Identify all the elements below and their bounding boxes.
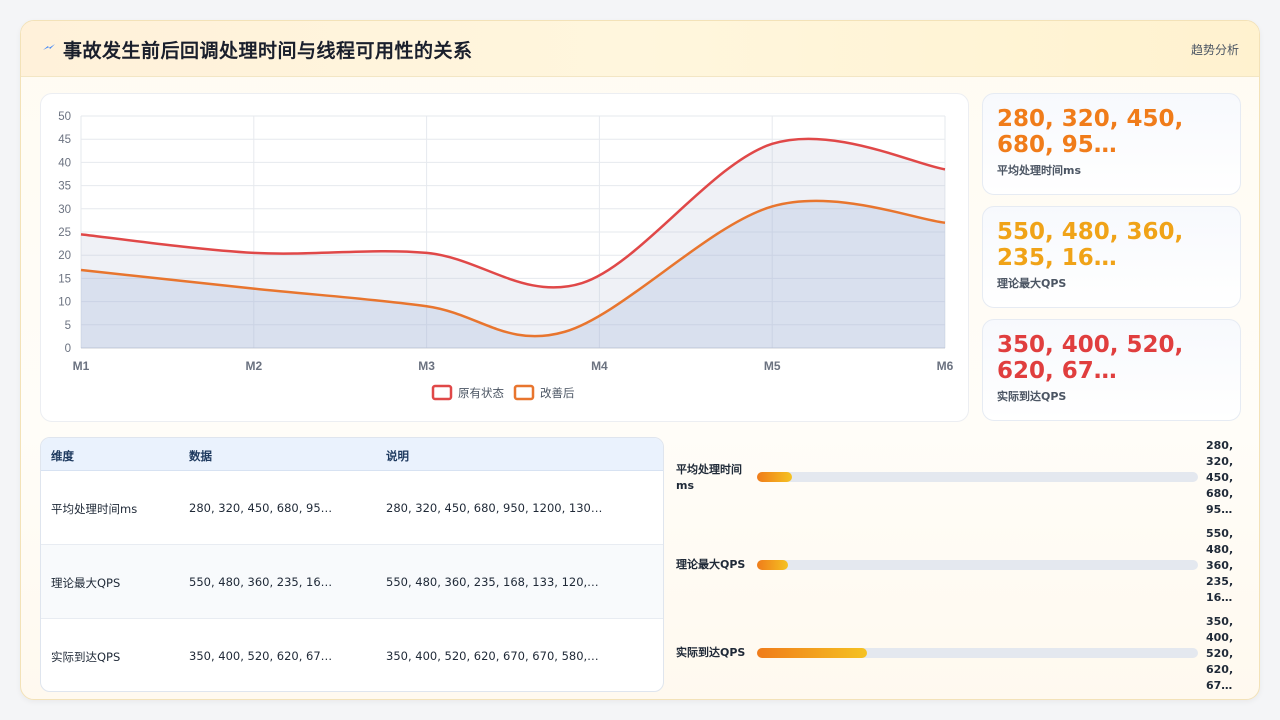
x-tick-label: M6 xyxy=(937,359,954,373)
table-cell: 550, 480, 360, 235, 168, 133, 120,… xyxy=(386,575,599,589)
stat-label: 实际到达QPS xyxy=(997,390,1067,403)
progress-track xyxy=(757,472,1198,482)
progress-fill xyxy=(757,472,793,482)
y-tick-label: 35 xyxy=(58,181,71,193)
trend-analysis-label[interactable]: 趋势分析 xyxy=(1191,41,1239,58)
table-cell: 350, 400, 520, 620, 67… xyxy=(189,649,333,663)
y-tick-label: 50 xyxy=(58,111,71,123)
y-tick-label: 45 xyxy=(58,134,71,146)
progress-fill xyxy=(757,648,868,658)
column-header-data: 数据 xyxy=(189,449,212,463)
data-table: 维度 数据 说明 平均处理时间ms 280, 320, 450, 680, 95… xyxy=(40,437,664,692)
legend-label: 改善后 xyxy=(540,386,575,400)
stat-label: 平均处理时间ms xyxy=(997,164,1082,177)
dashboard-card: 事故发生前后回调处理时间与线程可用性的关系 趋势分析 0 5 10 15 20 25 30 3… xyxy=(20,20,1260,700)
stat-card-actual-qps: 350, 400, 520, 620, 67… 实际到达QPS xyxy=(982,319,1241,421)
table-cell: 280, 320, 450, 680, 950, 1200, 130… xyxy=(386,501,603,515)
table-row: 平均处理时间ms 280, 320, 450, 680, 95… 280, 32… xyxy=(41,471,663,545)
y-tick-label: 30 xyxy=(58,204,71,216)
progress-track xyxy=(757,560,1198,570)
stat-value: 350, 400, 520, 620, 67… xyxy=(997,332,1184,384)
y-tick-label: 10 xyxy=(58,297,71,309)
y-tick-label: 20 xyxy=(58,250,71,262)
stat-value: 280, 320, 450, 680, 95… xyxy=(997,106,1184,158)
lightning-icon xyxy=(43,44,55,50)
table-header: 维度 数据 说明 xyxy=(41,438,663,471)
progress-row: 平均处理时间ms 280, 320, 450, 680, 95… xyxy=(676,437,1246,517)
stat-label: 理论最大QPS xyxy=(997,277,1067,290)
table-cell: 理论最大QPS xyxy=(51,576,121,590)
progress-track xyxy=(757,648,1198,658)
progress-bars-panel: 平均处理时间ms 280, 320, 450, 680, 95… 理论最大QPS… xyxy=(676,437,1246,697)
progress-label: 平均处理时间ms xyxy=(676,463,742,492)
progress-fill xyxy=(757,560,788,570)
column-header-dimension: 维度 xyxy=(51,449,74,463)
x-tick-label: M5 xyxy=(764,359,781,373)
table-cell: 280, 320, 450, 680, 95… xyxy=(189,501,333,515)
x-tick-label: M4 xyxy=(591,359,608,373)
progress-value: 350, 400, 520, 620, 67… xyxy=(1206,615,1234,692)
progress-row: 理论最大QPS 550, 480, 360, 235, 16… xyxy=(676,525,1246,605)
stat-card-avg-time: 280, 320, 450, 680, 95… 平均处理时间ms xyxy=(982,93,1241,195)
y-tick-label: 5 xyxy=(65,320,71,332)
x-tick-label: M2 xyxy=(245,359,262,373)
progress-value: 280, 320, 450, 680, 95… xyxy=(1206,439,1234,516)
y-tick-label: 40 xyxy=(58,157,71,169)
progress-row: 实际到达QPS 350, 400, 520, 620, 67… xyxy=(676,613,1246,693)
legend-swatch xyxy=(431,384,453,401)
y-tick-label: 0 xyxy=(65,343,71,355)
legend-label: 原有状态 xyxy=(458,386,504,400)
y-tick-label: 15 xyxy=(58,273,71,285)
y-tick-label: 25 xyxy=(58,227,71,239)
progress-label: 理论最大QPS xyxy=(676,558,746,571)
table-row: 实际到达QPS 350, 400, 520, 620, 67… 350, 400… xyxy=(41,619,663,691)
table-cell: 平均处理时间ms xyxy=(51,502,138,516)
legend-swatch xyxy=(513,384,535,401)
card-header: 事故发生前后回调处理时间与线程可用性的关系 趋势分析 xyxy=(21,21,1259,77)
progress-value: 550, 480, 360, 235, 16… xyxy=(1206,527,1234,604)
progress-label: 实际到达QPS xyxy=(676,646,746,659)
table-cell: 350, 400, 520, 620, 670, 670, 580,… xyxy=(386,649,599,663)
table-cell: 550, 480, 360, 235, 16… xyxy=(189,575,333,589)
page-title: 事故发生前后回调处理时间与线程可用性的关系 xyxy=(63,40,473,62)
table-cell: 实际到达QPS xyxy=(51,650,121,664)
line-area-chart: 0 5 10 15 20 25 30 35 40 45 50 M1 M2 M3 M4 M5 M6 原有状态 改善后 xyxy=(58,111,954,401)
chart-panel: 0 5 10 15 20 25 30 35 40 45 50 M1 M2 M3 M4 M5 M6 原有状态 改善后 xyxy=(40,93,969,422)
x-tick-label: M3 xyxy=(418,359,435,373)
stat-value: 550, 480, 360, 235, 16… xyxy=(997,219,1184,271)
stat-card-max-qps: 550, 480, 360, 235, 16… 理论最大QPS xyxy=(982,206,1241,308)
x-tick-label: M1 xyxy=(73,359,90,373)
table-row: 理论最大QPS 550, 480, 360, 235, 16… 550, 480… xyxy=(41,545,663,619)
column-header-description: 说明 xyxy=(386,449,409,463)
